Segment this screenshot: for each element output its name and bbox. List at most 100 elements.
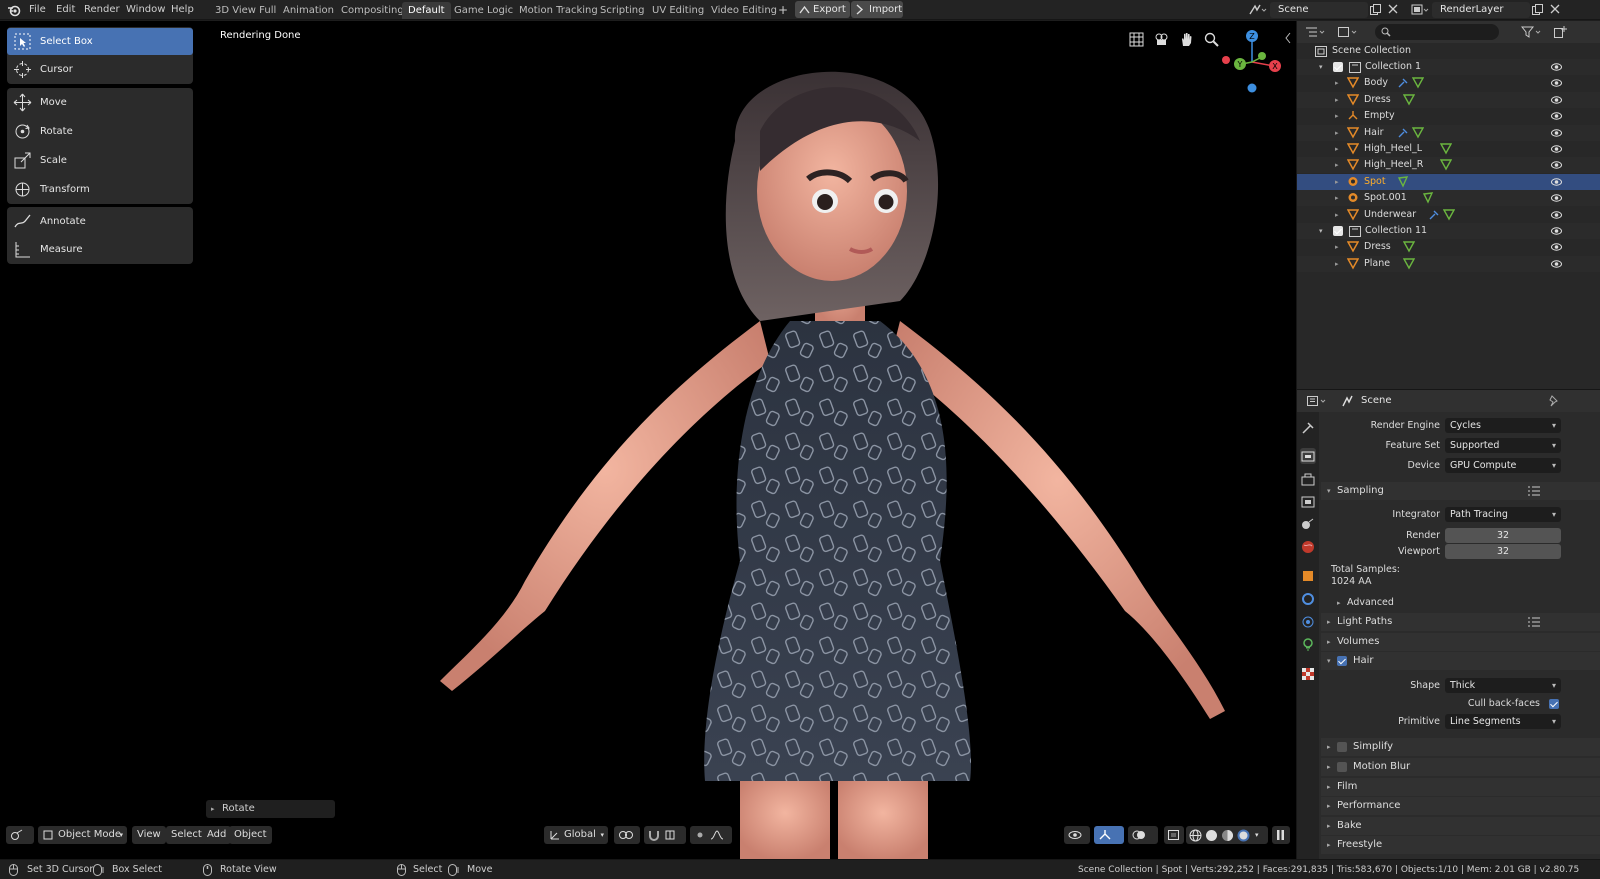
collapse-arrow-icon[interactable] bbox=[1284, 32, 1292, 44]
visibility-eye-icon[interactable] bbox=[1551, 226, 1562, 236]
mesh-data-icon[interactable] bbox=[1411, 77, 1424, 89]
pin-icon[interactable] bbox=[1548, 395, 1560, 407]
modifier-tab-icon[interactable] bbox=[1300, 591, 1316, 607]
outliner-row[interactable]: ▸ Spot.001 bbox=[1297, 190, 1600, 207]
tool-measure[interactable]: Measure bbox=[7, 236, 193, 263]
outliner-row[interactable]: ▸ Spot bbox=[1297, 173, 1600, 190]
export-button[interactable]: Export bbox=[795, 1, 850, 18]
freestyle-section-header[interactable]: ▸ Freestyle bbox=[1321, 836, 1600, 854]
menu-select[interactable]: Select bbox=[166, 826, 207, 844]
mesh-data-icon[interactable] bbox=[1403, 94, 1415, 106]
visibility-eye-icon[interactable] bbox=[1551, 193, 1562, 203]
modifier-wrench-icon[interactable] bbox=[1397, 128, 1408, 139]
tab-compositing[interactable]: Compositing bbox=[335, 2, 410, 19]
mesh-data-icon[interactable] bbox=[1403, 258, 1415, 270]
scene-selector-icon[interactable] bbox=[1248, 3, 1268, 17]
editor-type-button[interactable] bbox=[6, 826, 34, 844]
scene-tab-icon[interactable] bbox=[1300, 516, 1316, 532]
mesh-data-icon[interactable] bbox=[1403, 241, 1415, 253]
hair-primitive-select[interactable]: Line Segments ▾ bbox=[1445, 714, 1561, 729]
volumes-section-header[interactable]: ▸ Volumes bbox=[1321, 633, 1600, 651]
expand-arrow-icon[interactable]: ▸ bbox=[1335, 190, 1339, 206]
motion-blur-checkbox[interactable] bbox=[1337, 762, 1347, 772]
tab-animation[interactable]: Animation bbox=[277, 2, 340, 19]
grid-view-icon[interactable] bbox=[1129, 32, 1144, 47]
performance-section-header[interactable]: ▸ Performance bbox=[1321, 797, 1600, 815]
pivot-point-button[interactable] bbox=[614, 826, 640, 844]
motion-blur-section-header[interactable]: ▸ Motion Blur bbox=[1321, 758, 1600, 776]
bake-section-header[interactable]: ▸ Bake bbox=[1321, 817, 1600, 835]
tab-motion-tracking[interactable]: Motion Tracking bbox=[513, 2, 604, 19]
object-tab-icon[interactable] bbox=[1300, 568, 1316, 584]
visibility-eye-icon[interactable] bbox=[1551, 144, 1562, 154]
outliner-row[interactable]: ▸ Hair bbox=[1297, 124, 1600, 141]
menu-render[interactable]: Render bbox=[84, 0, 120, 20]
tool-tab-icon[interactable] bbox=[1300, 420, 1316, 436]
tab-video-editing[interactable]: Video Editing bbox=[705, 2, 783, 19]
tool-scale[interactable]: Scale bbox=[7, 147, 193, 174]
menu-edit[interactable]: Edit bbox=[56, 0, 75, 20]
tab-uv-editing[interactable]: UV Editing bbox=[646, 2, 710, 19]
outliner-row[interactable]: ▸ Underwear bbox=[1297, 207, 1600, 223]
snap-button[interactable] bbox=[644, 826, 686, 844]
visibility-eye-icon[interactable] bbox=[1551, 210, 1562, 220]
outliner-editor-icon[interactable] bbox=[1305, 26, 1327, 38]
tab-scripting[interactable]: Scripting bbox=[594, 2, 650, 19]
collection-exclude-checkbox[interactable] bbox=[1333, 62, 1343, 72]
hair-shape-select[interactable]: Thick ▾ bbox=[1445, 678, 1561, 693]
outliner-row[interactable]: ▸ High_Heel_L bbox=[1297, 141, 1600, 157]
expand-arrow-icon[interactable]: ▸ bbox=[1335, 239, 1339, 255]
visibility-eye-icon[interactable] bbox=[1551, 160, 1562, 170]
visibility-eye-icon[interactable] bbox=[1551, 95, 1562, 105]
visibility-eye-icon[interactable] bbox=[1551, 242, 1562, 252]
view-layer-icon[interactable] bbox=[1410, 3, 1430, 17]
simplify-section-header[interactable]: ▸ Simplify bbox=[1321, 738, 1600, 756]
expand-arrow-icon[interactable]: ▸ bbox=[1335, 157, 1339, 173]
outliner-row[interactable]: ▾ Collection 1 bbox=[1297, 59, 1600, 75]
modifier-wrench-icon[interactable] bbox=[1428, 210, 1439, 221]
expand-arrow-icon[interactable]: ▸ bbox=[1335, 141, 1339, 157]
light-data-icon[interactable] bbox=[1422, 192, 1434, 204]
advanced-subsection[interactable]: ▸ Advanced bbox=[1331, 594, 1600, 612]
visibility-eye-icon[interactable] bbox=[1551, 259, 1562, 269]
outliner-row[interactable]: ▸ High_Heel_R bbox=[1297, 157, 1600, 174]
new-scene-icon[interactable] bbox=[1369, 3, 1382, 16]
expand-arrow-icon[interactable]: ▸ bbox=[1335, 125, 1339, 141]
tab-default[interactable]: Default bbox=[402, 2, 451, 19]
import-button[interactable]: Import bbox=[851, 1, 903, 18]
display-mode-icon[interactable] bbox=[1337, 26, 1359, 38]
expand-arrow-icon[interactable]: ▸ bbox=[1335, 108, 1339, 124]
menu-add[interactable]: Add bbox=[202, 826, 232, 844]
expand-arrow-icon[interactable]: ▾ bbox=[1319, 223, 1323, 239]
feature-set-select[interactable]: Supported ▾ bbox=[1445, 438, 1561, 453]
outliner-row[interactable]: ▸ Body bbox=[1297, 75, 1600, 91]
mesh-data-icon[interactable] bbox=[1440, 159, 1453, 171]
expand-arrow-icon[interactable]: ▸ bbox=[1335, 75, 1339, 91]
new-collection-icon[interactable] bbox=[1553, 25, 1567, 39]
sampling-section-header[interactable]: ▾ Sampling bbox=[1321, 482, 1600, 500]
zoom-icon[interactable] bbox=[1204, 32, 1219, 47]
tool-rotate[interactable]: Rotate bbox=[7, 118, 193, 145]
tool-transform[interactable]: Transform bbox=[7, 176, 193, 203]
world-tab-icon[interactable] bbox=[1300, 539, 1316, 555]
tab-3d-view-full[interactable]: 3D View Full bbox=[209, 2, 282, 19]
physics-tab-icon[interactable] bbox=[1300, 614, 1316, 630]
presets-list-icon[interactable] bbox=[1528, 486, 1540, 496]
add-workspace-button[interactable]: + bbox=[778, 0, 788, 20]
hair-enable-checkbox[interactable] bbox=[1337, 656, 1347, 666]
light-data-tab-icon[interactable] bbox=[1300, 637, 1316, 653]
expand-arrow-icon[interactable]: ▸ bbox=[1335, 92, 1339, 108]
cull-back-faces-checkbox[interactable] bbox=[1549, 699, 1559, 709]
last-operator-panel[interactable]: ▸ Rotate bbox=[206, 800, 335, 818]
mesh-data-icon[interactable] bbox=[1442, 208, 1455, 221]
menu-object[interactable]: Object bbox=[229, 826, 272, 844]
device-select[interactable]: GPU Compute ▾ bbox=[1445, 458, 1561, 473]
outliner-row[interactable]: ▸ Dress bbox=[1297, 239, 1600, 255]
pan-hand-icon[interactable] bbox=[1179, 32, 1194, 47]
tab-game-logic[interactable]: Game Logic bbox=[448, 2, 519, 19]
render-engine-select[interactable]: Cycles ▾ bbox=[1445, 418, 1561, 433]
outliner-row[interactable]: ▸ Empty bbox=[1297, 108, 1600, 124]
visibility-eye-icon[interactable] bbox=[1551, 177, 1562, 187]
new-view-layer-icon[interactable] bbox=[1531, 3, 1544, 16]
expand-arrow-icon[interactable]: ▸ bbox=[1335, 256, 1339, 272]
